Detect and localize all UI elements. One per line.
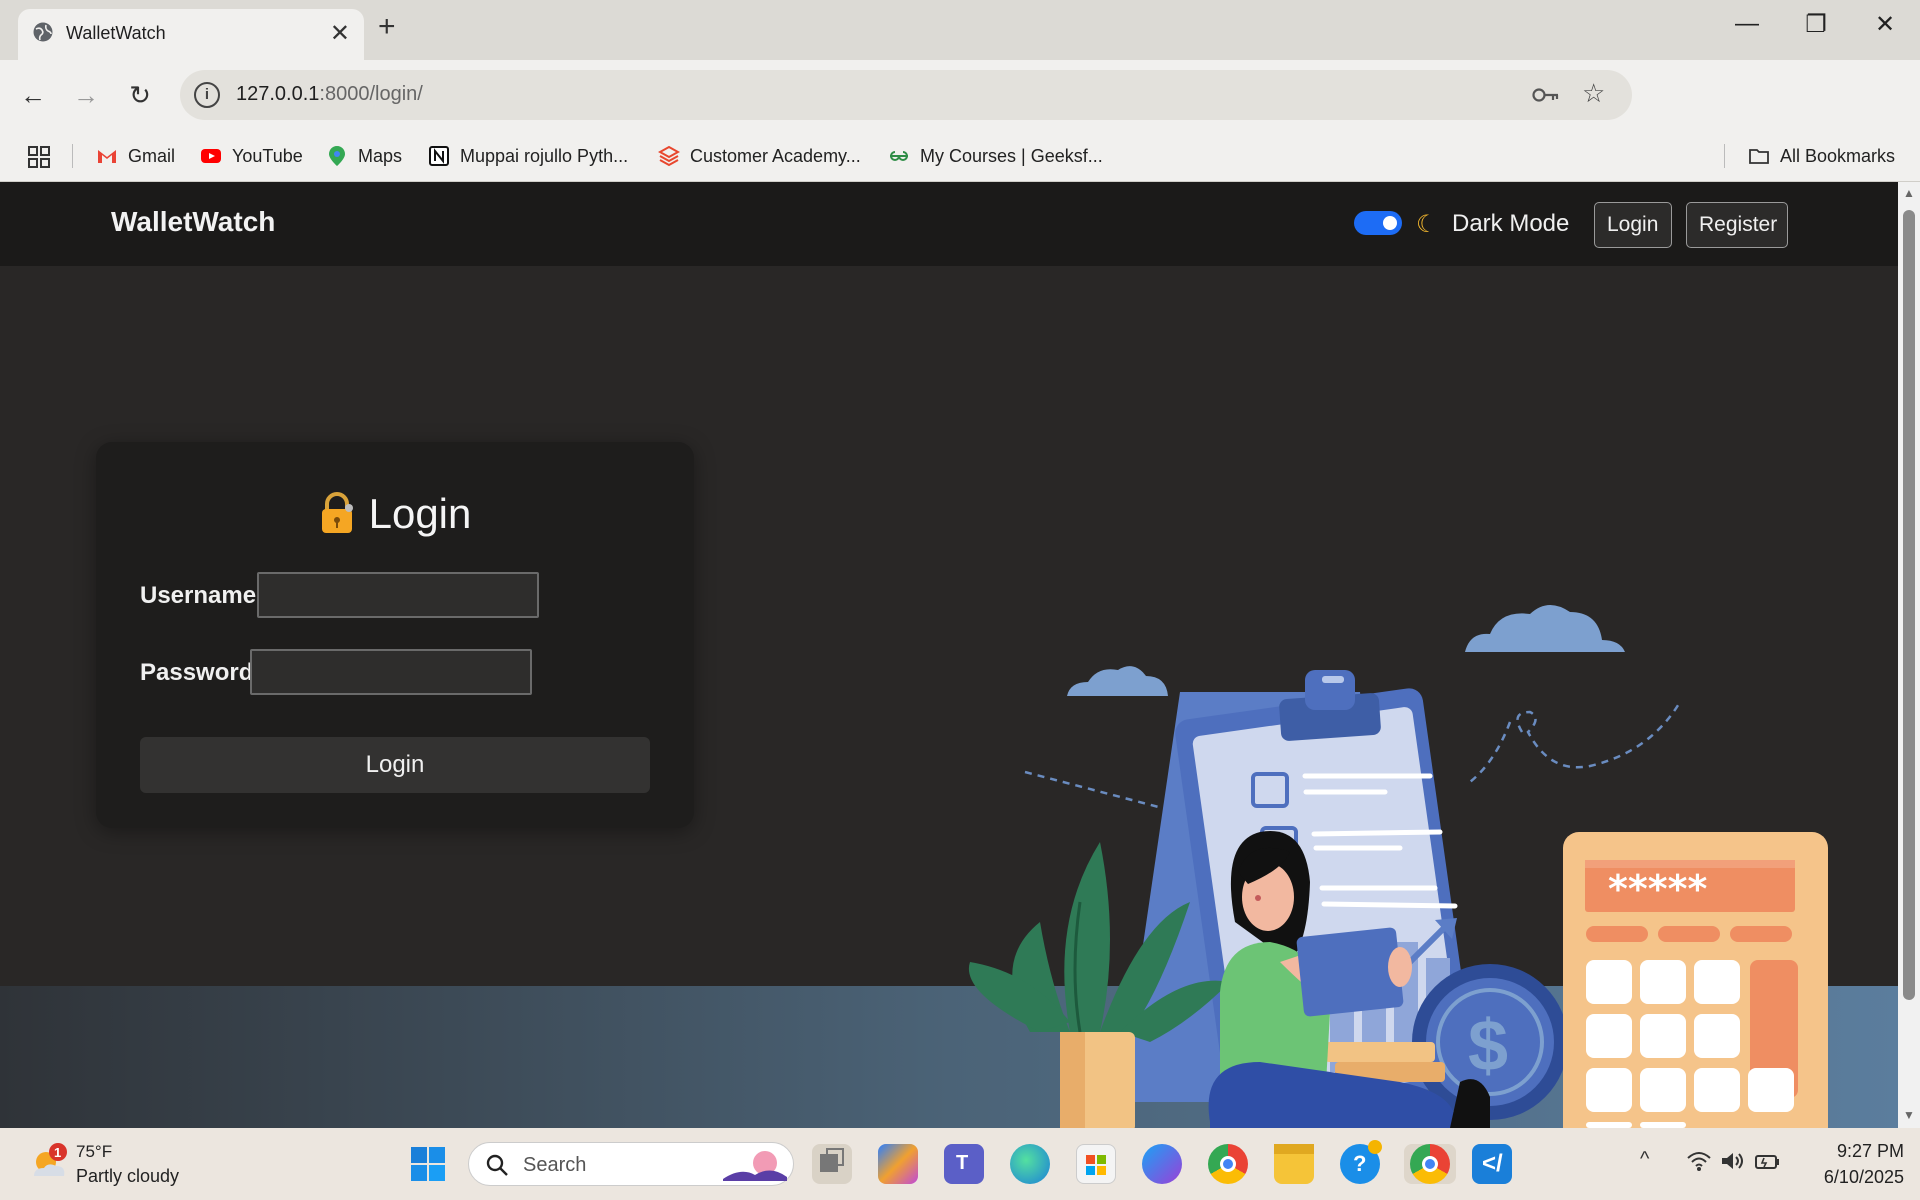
username-input[interactable] [257,572,539,618]
page-viewport: WalletWatch ☾ Dark Mode Login Register $… [0,182,1898,1128]
databricks-icon [658,145,680,166]
url-text[interactable]: 127.0.0.1:8000/login/ [236,83,423,106]
password-key-icon[interactable] [1532,86,1560,104]
browser-toolbar: ← → ↻ i 127.0.0.1:8000/login/ ☆ ⋮ [0,60,1920,171]
scrollbar-thumb[interactable] [1903,210,1915,1000]
bookmark-youtube[interactable]: YouTube [200,130,303,182]
username-label: Username [140,582,257,609]
back-icon[interactable]: ← [18,80,48,110]
file-explorer-icon[interactable] [1274,1144,1314,1184]
teams-icon[interactable]: T [944,1144,984,1184]
login-submit-button[interactable]: Login [140,737,650,793]
finance-illustration: $ ***** [968,604,1828,1128]
search-icon [486,1154,508,1176]
clock-time: 9:27 PM [1836,1141,1904,1161]
password-input[interactable] [250,649,532,695]
gmail-icon [98,149,116,163]
scroll-down-icon[interactable]: ▼ [1903,1108,1915,1122]
site-navbar: WalletWatch ☾ Dark Mode Login Register [0,182,1898,266]
chrome-profile-icon[interactable] [1404,1144,1456,1184]
get-help-icon[interactable]: ? [1340,1140,1382,1184]
browser-tab[interactable]: WalletWatch ✕ [18,9,364,60]
apps-grid-icon[interactable] [28,146,50,168]
password-label: Password [140,659,254,686]
system-clock[interactable]: 9:27 PM 6/10/2025 [1804,1138,1904,1190]
browser-tab-bar: WalletWatch ✕ + — ❐ ✕ [0,0,1920,60]
weather-badge: 1 [54,1145,61,1160]
youtube-icon [201,148,221,163]
minimize-icon[interactable]: — [1724,10,1770,38]
window-close-icon[interactable]: ✕ [1862,10,1908,39]
microsoft-store-icon[interactable] [1076,1144,1116,1184]
forward-icon[interactable]: → [71,80,101,110]
address-bar[interactable]: i 127.0.0.1:8000/login/ ☆ [180,70,1632,120]
wifi-icon[interactable] [1686,1150,1712,1172]
tray-chevron-icon[interactable]: ^ [1640,1148,1649,1171]
copilot-icon[interactable] [878,1144,918,1184]
task-view-icon[interactable] [812,1144,852,1184]
scroll-up-icon[interactable]: ▲ [1903,186,1915,200]
dark-mode-label: Dark Mode [1452,210,1570,237]
vscode-icon[interactable]: </ [1472,1144,1512,1184]
calculator-display: ***** [1608,867,1707,911]
nav-login-button[interactable]: Login [1594,202,1672,248]
taskbar-search[interactable]: Search [468,1142,794,1186]
weather-desc[interactable]: Partly cloudy [76,1166,179,1187]
moon-icon: ☾ [1416,211,1438,238]
site-info-icon[interactable]: i [194,82,220,108]
edge-icon[interactable] [1010,1144,1050,1184]
login-heading: Login [96,490,694,538]
bookmark-notion[interactable]: Muppai rojullo Pyth... [428,130,628,182]
volume-icon[interactable] [1720,1150,1746,1172]
brand-logo[interactable]: WalletWatch [111,206,275,238]
bookmarks-bar: Gmail YouTube Maps Muppai rojullo Pyth..… [0,130,1920,182]
folder-icon [1749,148,1769,164]
bookmark-geeksforgeeks[interactable]: My Courses | Geeksf... [888,130,1103,182]
login-card: Login Username Password Login [96,442,694,828]
page-scrollbar[interactable]: ▲ ▼ [1898,182,1920,1128]
bookmark-gmail[interactable]: Gmail [96,130,175,182]
paint-icon[interactable] [1142,1144,1182,1184]
new-tab-icon[interactable]: + [378,10,396,44]
globe-icon [33,22,53,42]
chrome-icon[interactable] [1208,1144,1248,1184]
search-placeholder: Search [523,1154,587,1176]
geeksforgeeks-icon [890,150,908,161]
all-bookmarks[interactable]: All Bookmarks [1748,130,1895,182]
reload-icon[interactable]: ↻ [125,80,155,110]
bookmark-star-icon[interactable]: ☆ [1582,78,1605,109]
svg-text:$: $ [1468,1006,1508,1086]
maps-pin-icon [329,145,345,166]
bookmark-maps[interactable]: Maps [326,130,402,182]
windows-taskbar: 1 75°F Partly cloudy Search T ? </ ^ 9:2… [0,1128,1920,1200]
tab-title: WalletWatch [66,23,166,43]
close-tab-icon[interactable]: ✕ [330,19,350,48]
search-highlight-icon [723,1151,787,1181]
weather-icon[interactable]: 1 [26,1142,70,1186]
nav-register-button[interactable]: Register [1686,202,1788,248]
battery-icon[interactable] [1754,1150,1780,1172]
notion-icon [429,145,449,166]
windows-start-icon[interactable] [410,1146,446,1182]
lock-key-icon [321,491,353,533]
bookmark-customer-academy[interactable]: Customer Academy... [658,130,861,182]
clock-date: 6/10/2025 [1823,1167,1904,1187]
restore-icon[interactable]: ❐ [1793,10,1839,39]
dark-mode-toggle[interactable] [1354,211,1402,235]
weather-temp[interactable]: 75°F [76,1142,112,1162]
